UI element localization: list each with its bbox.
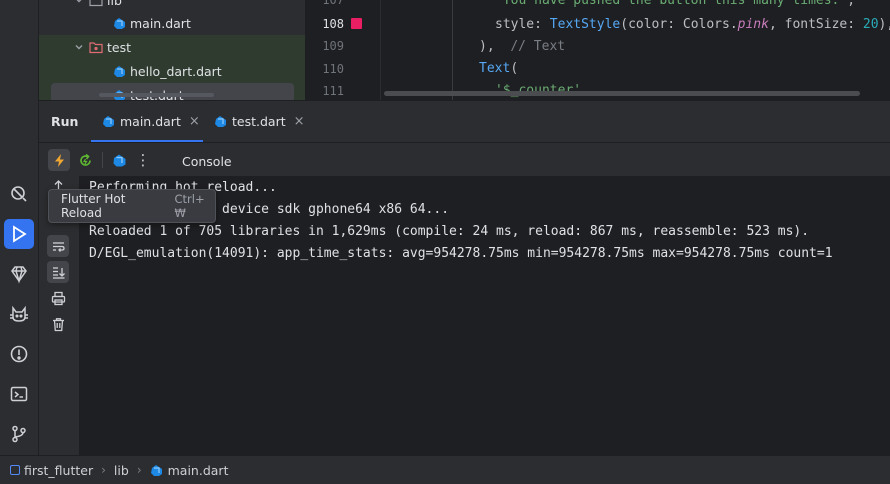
chevron-right-icon: › xyxy=(101,463,106,477)
tooltip-label: Flutter Hot Reload xyxy=(61,192,126,220)
tree-item-label: lib xyxy=(107,0,122,8)
tree-item-hello-dart[interactable]: hello_dart.dart xyxy=(39,59,305,83)
tree-item-label: hello_dart.dart xyxy=(130,63,222,79)
tab-main-dart[interactable]: main.dart × xyxy=(91,101,203,142)
code-editor[interactable]: 107 108 109 110 111 'You have pushed the… xyxy=(307,0,890,100)
module-icon xyxy=(10,465,20,475)
code-line-109: ), // Text xyxy=(479,39,566,54)
tree-item-main-dart[interactable]: main.dart xyxy=(39,11,305,35)
test-folder-icon xyxy=(89,41,103,53)
tree-item-test-dart[interactable]: test.dart xyxy=(39,83,305,100)
line-number: 107 xyxy=(322,0,344,7)
problems-icon[interactable] xyxy=(4,339,34,369)
terminal-icon[interactable] xyxy=(4,379,34,409)
line-number: 110 xyxy=(322,62,344,76)
gem-icon[interactable] xyxy=(4,259,34,289)
indent-guide xyxy=(452,0,453,100)
editor-horizontal-scrollbar[interactable] xyxy=(384,91,860,96)
more-options-icon[interactable]: ⋮ xyxy=(132,149,154,171)
activity-strip xyxy=(0,0,39,455)
breadcrumb-label: first_flutter xyxy=(24,462,94,478)
code-line-110: Text( xyxy=(479,61,519,76)
hot-reload-button[interactable] xyxy=(48,149,70,171)
tab-label: main.dart xyxy=(120,114,181,129)
tooltip-shortcut: Ctrl+₩ xyxy=(174,192,205,220)
run-icon[interactable] xyxy=(4,219,34,249)
breadcrumb-label: lib xyxy=(113,462,129,478)
toolbar-divider xyxy=(102,152,103,168)
tab-label: test.dart xyxy=(232,114,286,129)
dart-file-icon xyxy=(150,464,162,476)
editor-gutter: 107 108 109 110 111 xyxy=(307,0,381,100)
restart-icon xyxy=(79,153,91,166)
breadcrumb-folder[interactable]: lib xyxy=(114,463,129,478)
line-number: 108 xyxy=(322,17,344,31)
console-tab[interactable]: Console xyxy=(182,154,232,169)
dart-file-icon xyxy=(114,17,125,29)
breadcrumb-file[interactable]: main.dart xyxy=(150,462,229,478)
tree-item-test[interactable]: test xyxy=(39,35,305,59)
dart-devtools-icon xyxy=(113,154,125,166)
run-tool-window: Run main.dart × test.dart × ⋮ Console Pe… xyxy=(39,100,890,456)
chevron-right-icon: › xyxy=(136,463,142,477)
git-branch-icon[interactable] xyxy=(4,419,34,449)
breadcrumb-label: main.dart xyxy=(167,462,229,478)
run-header: Run main.dart × test.dart × xyxy=(39,101,890,142)
chevron-down-icon xyxy=(75,45,83,50)
print-icon[interactable] xyxy=(47,287,69,309)
dart-file-icon xyxy=(215,116,226,127)
breadcrumb-project[interactable]: first_flutter xyxy=(10,463,93,478)
soft-wrap-icon[interactable] xyxy=(47,235,69,257)
color-swatch-icon[interactable] xyxy=(351,18,362,29)
tree-scrollbar[interactable] xyxy=(99,93,214,97)
close-icon[interactable]: × xyxy=(294,114,305,129)
code-line-111: '$_counter', xyxy=(495,80,589,100)
tree-item-label: main.dart xyxy=(130,15,191,31)
line-number: 109 xyxy=(322,39,344,53)
run-toolbar: ⋮ Console xyxy=(39,142,890,176)
scroll-to-end-icon[interactable] xyxy=(47,261,69,283)
code-line-107: 'You have pushed the button this many ti… xyxy=(495,0,856,8)
dart-file-icon xyxy=(114,65,125,77)
project-tree: lib main.dart test hello_dart.dart test.… xyxy=(39,0,306,100)
code-line-108: style: TextStyle(color: Colors.pink, fon… xyxy=(495,17,890,32)
close-icon[interactable]: × xyxy=(189,114,200,129)
line-number: 111 xyxy=(322,84,344,98)
dart-file-icon xyxy=(103,116,114,127)
hot-restart-button[interactable] xyxy=(74,149,96,171)
tab-test-dart[interactable]: test.dart × xyxy=(214,101,305,142)
cat-icon[interactable] xyxy=(4,299,34,329)
flutter-inspector-icon[interactable] xyxy=(4,178,34,208)
trash-icon[interactable] xyxy=(47,313,69,335)
dart-devtools-button[interactable] xyxy=(108,149,130,171)
tree-item-label: test xyxy=(107,39,132,55)
console-line: Reloaded 1 of 705 libraries in 1,629ms (… xyxy=(89,224,810,239)
lightning-icon xyxy=(54,153,64,167)
hot-reload-tooltip: Flutter Hot Reload Ctrl+₩ xyxy=(48,189,216,223)
console-line: D/EGL_emulation(14091): app_time_stats: … xyxy=(89,246,833,261)
folder-icon xyxy=(89,0,103,6)
status-bar: first_flutter › lib › main.dart xyxy=(0,455,890,484)
chevron-down-icon xyxy=(76,0,82,3)
run-title: Run xyxy=(51,114,79,129)
